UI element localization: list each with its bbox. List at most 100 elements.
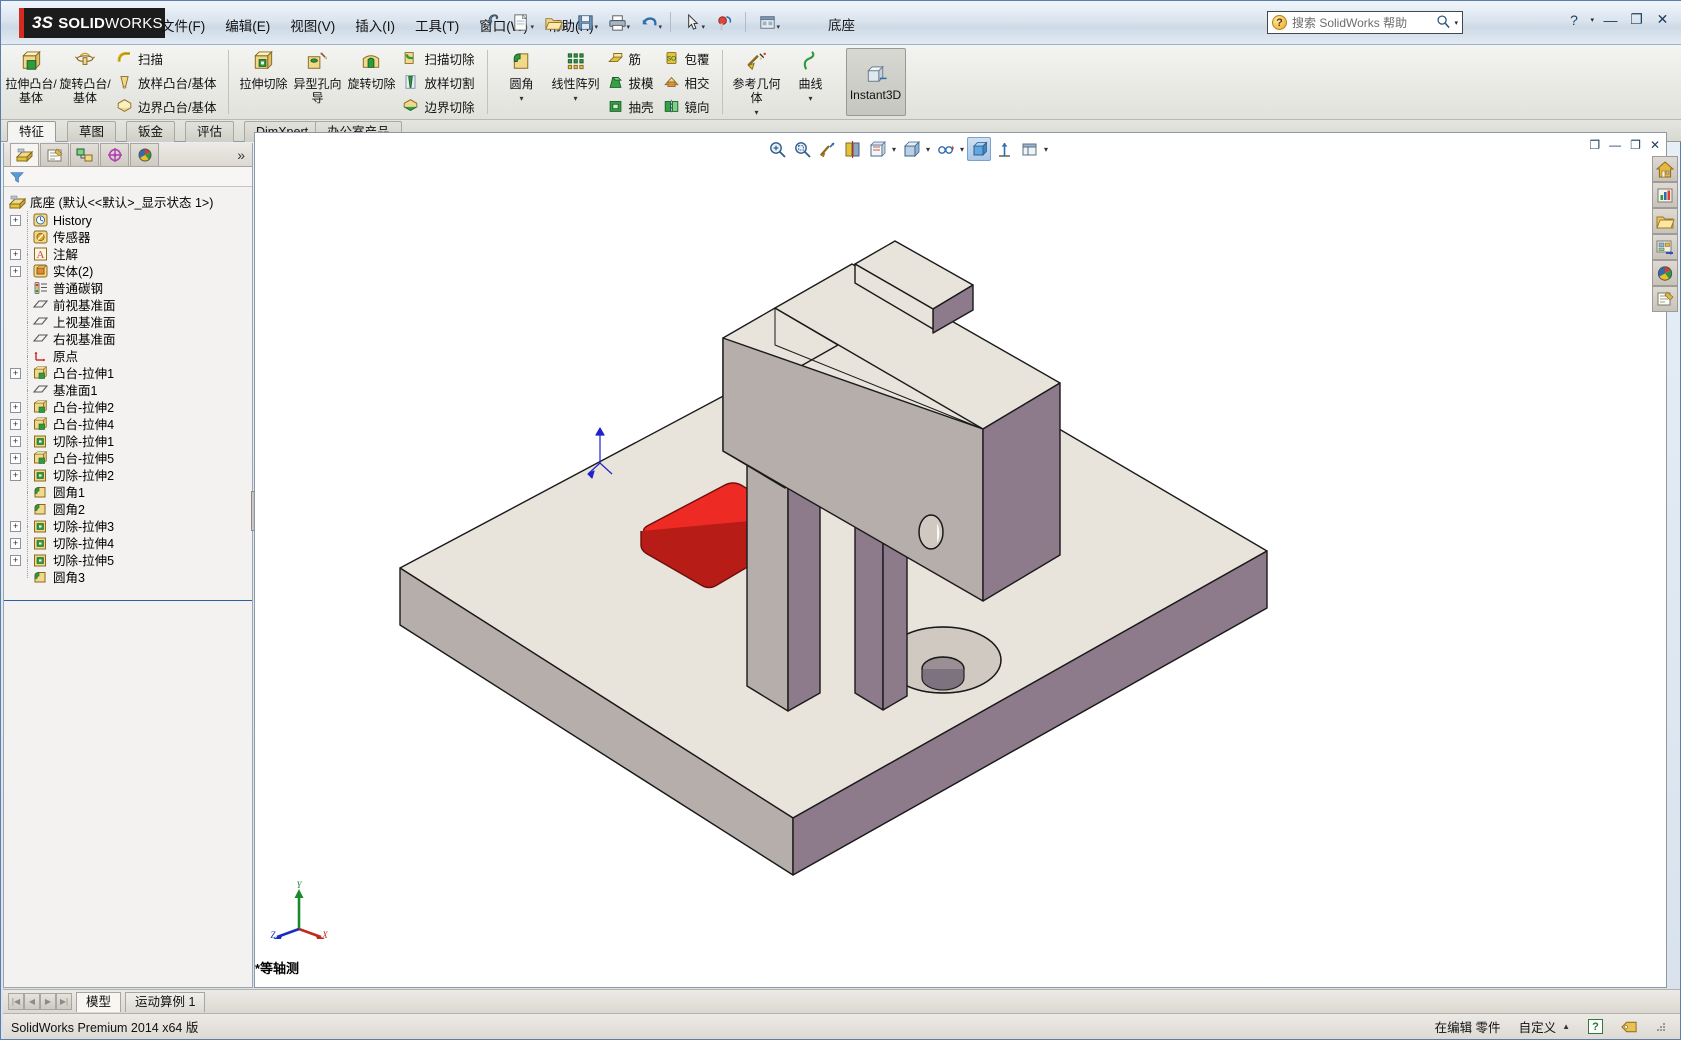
help-search-box[interactable]: ? 搜索 SolidWorks 帮助 ▾ (1267, 11, 1463, 34)
feature-manager-tab[interactable] (10, 143, 39, 166)
tree-item-cut-extrude-4[interactable]: + · 切除-拉伸4 (4, 535, 252, 552)
hole-wizard-button[interactable]: 异型孔向导 (290, 46, 344, 118)
dimxpert-manager-tab[interactable] (100, 143, 129, 166)
display-panes-dropdown-icon[interactable]: ▾ (1042, 145, 1050, 154)
tree-item-fillet-3[interactable]: · 圆角3 (4, 569, 252, 586)
search-input[interactable]: 搜索 SolidWorks 帮助 (1292, 14, 1433, 31)
fillet-button[interactable]: 圆角 ▾ (495, 46, 549, 118)
expand-icon[interactable]: + (10, 521, 21, 532)
boundary-cut-button[interactable]: 边界切除 (398, 95, 479, 118)
reference-geometry-button[interactable]: 参考几何体 ▾ (730, 46, 784, 118)
search-icon[interactable] (1436, 14, 1451, 32)
curves-dropdown-icon[interactable]: ▾ (809, 94, 813, 103)
linear-pattern-button[interactable]: 线性阵列 ▾ (549, 46, 603, 118)
model-3d-view[interactable] (255, 133, 1666, 987)
previous-view-icon[interactable] (815, 137, 839, 161)
status-custom-text[interactable]: 自定义 (1519, 1017, 1557, 1036)
expand-icon[interactable]: + (10, 368, 21, 379)
filter-funnel-icon[interactable] (10, 171, 24, 183)
fillet-dropdown-icon[interactable]: ▾ (519, 94, 523, 103)
configuration-manager-tab[interactable] (70, 143, 99, 166)
curves-button[interactable]: 曲线 ▾ (784, 46, 838, 118)
graphics-restore-icon[interactable]: ❐ (1589, 138, 1600, 152)
rib-button[interactable]: 筋 (603, 47, 659, 70)
appearances-scenes-icon[interactable] (1652, 260, 1678, 286)
close-button[interactable]: ✕ (1653, 11, 1672, 28)
tree-item-fillet-2[interactable]: · 圆角2 (4, 501, 252, 518)
revolved-boss-base-button[interactable]: 旋转凸台/基体 (58, 46, 112, 118)
search-dropdown-icon[interactable]: ▾ (1454, 19, 1458, 27)
expand-icon[interactable]: + (10, 436, 21, 447)
display-style-icon[interactable] (899, 137, 923, 161)
tree-item-cut-extrude-5[interactable]: + · 切除-拉伸5 (4, 552, 252, 569)
section-view-icon[interactable] (840, 137, 864, 161)
tab-evaluate[interactable]: 评估 (185, 121, 235, 142)
help-dropdown-icon[interactable]: ▾ (1590, 16, 1594, 24)
tree-item-cut-extrude-3[interactable]: + · 切除-拉伸3 (4, 518, 252, 535)
feature-tree-filter-bar[interactable] (4, 167, 252, 187)
tree-item-material[interactable]: · 普通碳钢 (4, 280, 252, 297)
restore-button[interactable]: ❐ (1627, 11, 1646, 28)
design-portfolio-chart-icon[interactable] (1652, 182, 1678, 208)
view-settings-icon[interactable] (992, 137, 1016, 161)
zoom-to-area-icon[interactable] (790, 137, 814, 161)
tree-item-annotations[interactable]: + · A 注解 (4, 246, 252, 263)
hide-show-items-icon[interactable] (933, 137, 957, 161)
file-explorer-folder-icon[interactable] (1652, 208, 1678, 234)
draft-button[interactable]: 拔模 (603, 71, 659, 94)
tree-item-solid-bodies[interactable]: + · 实体(2) (4, 263, 252, 280)
chevron-double-right-icon[interactable]: » (237, 147, 245, 163)
expand-icon[interactable]: + (10, 453, 21, 464)
design-library-icon[interactable] (1652, 234, 1678, 260)
tree-item-cut-extrude-1[interactable]: + · 切除-拉伸1 (4, 433, 252, 450)
linear-pattern-dropdown-icon[interactable]: ▾ (573, 94, 577, 103)
shell-button[interactable]: 抽壳 (603, 95, 659, 118)
tab-features[interactable]: 特征 (7, 121, 57, 142)
tree-item-origin[interactable]: · 原点 (4, 348, 252, 365)
expand-icon[interactable]: + (10, 419, 21, 430)
expand-icon[interactable]: + (10, 470, 21, 481)
tree-item-boss-extrude-4[interactable]: + · 凸台-拉伸4 (4, 416, 252, 433)
graphics-close-button[interactable]: ✕ (1650, 138, 1660, 152)
tree-item-right-plane[interactable]: · 右视基准面 (4, 331, 252, 348)
display-panes-icon[interactable] (1017, 137, 1041, 161)
tab-nav-next[interactable]: ▶ (40, 993, 56, 1010)
expand-icon[interactable]: + (10, 402, 21, 413)
view-orientation-dropdown-icon[interactable]: ▾ (890, 145, 898, 154)
zoom-to-fit-icon[interactable] (765, 137, 789, 161)
resize-grip-icon[interactable] (1656, 1022, 1666, 1032)
tab-sheetmetal[interactable]: 钣金 (126, 121, 176, 142)
hide-show-dropdown-icon[interactable]: ▾ (958, 145, 966, 154)
minimize-button[interactable]: — (1601, 12, 1620, 28)
instant3d-toggle[interactable]: Instant3D (845, 48, 906, 116)
revolved-cut-button[interactable]: 旋转切除 (344, 46, 398, 118)
expand-icon[interactable]: + (10, 266, 21, 277)
wrap-button[interactable]: SO 包覆 (659, 47, 715, 70)
expand-icon[interactable]: + (10, 215, 21, 226)
property-manager-tab[interactable] (40, 143, 69, 166)
custom-properties-icon[interactable] (1652, 286, 1678, 312)
sw-resources-home-icon[interactable] (1652, 156, 1678, 182)
tab-nav-first[interactable]: |◀ (8, 993, 24, 1010)
tab-sketch[interactable]: 草图 (67, 121, 117, 142)
expand-icon[interactable]: + (10, 538, 21, 549)
boundary-boss-button[interactable]: 边界凸台/基体 (112, 95, 221, 118)
tab-nav-last[interactable]: ▶| (56, 993, 72, 1010)
tree-item-boss-extrude-5[interactable]: + · 凸台-拉伸5 (4, 450, 252, 467)
extruded-boss-base-button[interactable]: 拉伸凸台/基体 (4, 46, 58, 118)
tree-item-boss-extrude-2[interactable]: + · 凸台-拉伸2 (4, 399, 252, 416)
view-orientation-icon[interactable] (865, 137, 889, 161)
graphics-minimize-button[interactable]: — (1609, 138, 1621, 152)
graphics-area[interactable]: ▾ ▾ ▾ ▾ ❐ — ❐ ✕ Y X Z *等轴测 (254, 132, 1667, 988)
swept-boss-button[interactable]: 扫描 (112, 47, 221, 70)
help-icon[interactable]: ? (1564, 12, 1583, 28)
tree-item-fillet-1[interactable]: · 圆角1 (4, 484, 252, 501)
status-help-badge[interactable]: ? (1588, 1019, 1603, 1034)
lofted-boss-button[interactable]: 放样凸台/基体 (112, 71, 221, 94)
display-manager-tab[interactable] (130, 143, 159, 166)
tree-item-top-plane[interactable]: · 上视基准面 (4, 314, 252, 331)
doc-tab-model[interactable]: 模型 (76, 991, 122, 1012)
tree-root-part[interactable]: 底座 (默认<<默认>_显示状态 1>) (4, 193, 252, 212)
extruded-cut-button[interactable]: 拉伸切除 (236, 46, 290, 118)
expand-icon[interactable]: + (10, 249, 21, 260)
